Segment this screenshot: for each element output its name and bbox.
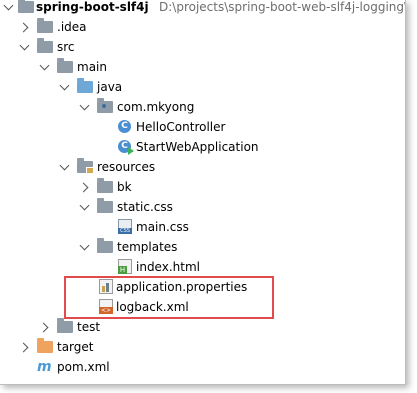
node-label: com.mkyong [117, 100, 195, 114]
folder-icon [57, 58, 73, 73]
node-label: test [77, 320, 101, 334]
tree-node-target[interactable]: target [0, 337, 405, 357]
tree-node-src[interactable]: src [0, 37, 405, 57]
chevron-right-icon[interactable] [78, 180, 92, 194]
folder-icon [57, 318, 73, 333]
node-label: index.html [136, 260, 200, 274]
node-label: HelloController [136, 120, 226, 134]
chevron-down-icon[interactable] [78, 240, 92, 254]
node-label: java [97, 80, 123, 94]
folder-icon [97, 238, 113, 253]
tree-node-root[interactable]: spring-boot-slf4j D:\projects\spring-boo… [0, 0, 405, 17]
package-icon [97, 98, 113, 113]
tree-node-templates[interactable]: templates [0, 237, 405, 257]
resources-folder-icon [77, 158, 94, 174]
project-tree-panel: spring-boot-slf4j D:\projects\spring-boo… [0, 0, 406, 385]
chevron-down-icon[interactable] [78, 100, 92, 114]
root-label: spring-boot-slf4j [36, 0, 149, 14]
excluded-folder-icon [37, 338, 53, 353]
module-folder-icon [18, 0, 34, 13]
chevron-down-icon[interactable] [38, 60, 52, 74]
chevron-down-icon[interactable] [58, 160, 72, 174]
html-file-icon [118, 259, 132, 274]
root-path: D:\projects\spring-boot-web-slf4j-loggin… [159, 0, 406, 14]
node-label: templates [117, 240, 178, 254]
node-label: static.css [117, 200, 173, 214]
node-label: resources [97, 160, 156, 174]
tree-node-static-css[interactable]: static.css [0, 197, 405, 217]
tree-node-index-html[interactable]: index.html [0, 257, 405, 277]
chevron-down-icon[interactable] [58, 80, 72, 94]
node-label: src [57, 40, 75, 54]
node-label: main [77, 60, 107, 74]
node-label: target [57, 340, 94, 354]
tree-node-package[interactable]: com.mkyong [0, 97, 405, 117]
css-file-icon [118, 219, 132, 234]
source-folder-icon [77, 78, 93, 93]
chevron-right-icon[interactable] [18, 340, 32, 354]
chevron-right-icon[interactable] [38, 320, 52, 334]
tree-node-startwebapplication[interactable]: C StartWebApplication [0, 137, 405, 157]
node-label: StartWebApplication [136, 140, 259, 154]
tree-node-hellocontroller[interactable]: C HelloController [0, 117, 405, 137]
folder-icon [37, 18, 53, 33]
tree-node-resources[interactable]: resources [0, 157, 405, 177]
folder-icon [37, 38, 53, 53]
tree-node-main-css[interactable]: main.css [0, 217, 405, 237]
class-icon: C [118, 120, 131, 133]
highlight-box [64, 276, 274, 319]
folder-icon [97, 178, 113, 193]
tree-node-pom-xml[interactable]: m pom.xml [0, 357, 405, 377]
chevron-down-icon[interactable] [2, 0, 16, 14]
chevron-right-icon[interactable] [18, 20, 32, 34]
maven-icon: m [37, 359, 52, 375]
node-label: bk [117, 180, 132, 194]
tree-node-bk[interactable]: bk [0, 177, 405, 197]
tree-node-idea[interactable]: .idea [0, 17, 405, 37]
tree-node-java[interactable]: java [0, 77, 405, 97]
node-label: main.css [136, 220, 189, 234]
chevron-down-icon[interactable] [78, 200, 92, 214]
node-label: .idea [57, 20, 87, 34]
folder-icon [97, 198, 113, 213]
spring-boot-class-icon: C [118, 140, 134, 155]
tree-node-main[interactable]: main [0, 57, 405, 77]
tree-node-test[interactable]: test [0, 317, 405, 337]
node-label: pom.xml [57, 360, 110, 374]
chevron-down-icon[interactable] [18, 40, 32, 54]
